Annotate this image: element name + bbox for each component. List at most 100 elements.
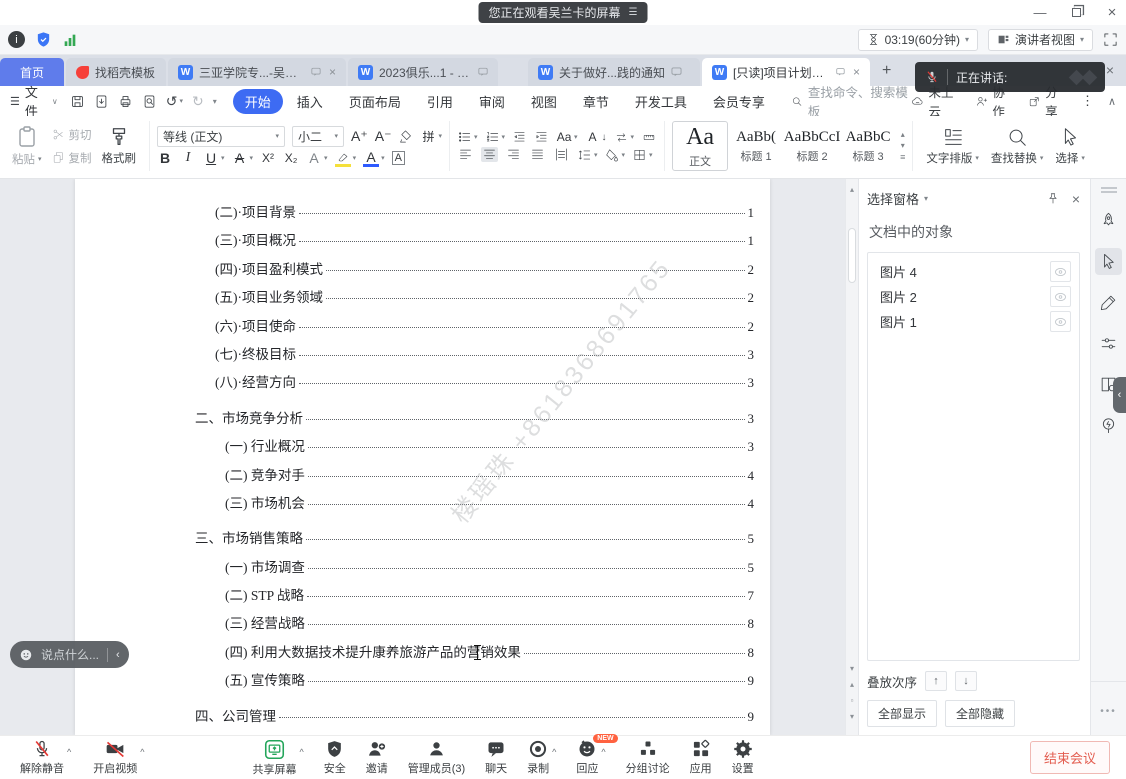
cut-button[interactable]: 剪切 <box>48 125 96 145</box>
highlight-color-button[interactable]: ▾ <box>335 150 357 167</box>
meeting-info-icon[interactable]: i <box>8 31 25 48</box>
seal-stamp-icon[interactable] <box>1095 412 1122 439</box>
tab-doc-active[interactable]: W [只读]项目计划书.docx × <box>702 58 870 86</box>
invite-button[interactable]: 邀请 <box>366 739 388 776</box>
next-page-icon[interactable]: ▾ <box>850 712 854 721</box>
collapse-chat-icon[interactable]: ‹ <box>116 649 120 661</box>
visibility-toggle[interactable] <box>1050 311 1071 332</box>
copy-button[interactable]: 复制 <box>48 148 96 168</box>
end-meeting-button[interactable]: 结束会议 <box>1030 741 1110 774</box>
print-icon[interactable] <box>118 94 133 109</box>
tab-doc-3[interactable]: W 关于做好...践的通知 <box>528 58 700 86</box>
toc-entry[interactable]: 三、市场销售策略 5 <box>75 527 770 555</box>
styles-more-icon[interactable]: ≡ <box>900 152 905 162</box>
font-name-select[interactable]: 等线 (正文) ▾ <box>157 126 285 147</box>
ribbon-tab[interactable]: 审阅 <box>467 89 517 114</box>
toc-entry[interactable]: (六)·项目使命 2 <box>75 315 770 343</box>
quick-tools-rocket-icon[interactable] <box>1095 207 1122 234</box>
bold-button[interactable]: B <box>157 150 173 166</box>
export-icon[interactable] <box>94 94 109 109</box>
toc-entry[interactable]: (三)·项目概况 1 <box>75 229 770 257</box>
select-tool-icon[interactable] <box>1095 248 1122 275</box>
view-mode-button[interactable]: 演讲者视图 ▾ <box>988 29 1093 51</box>
rail-more-icon[interactable]: ••• <box>1100 706 1117 717</box>
scrollbar-thumb[interactable] <box>848 228 856 283</box>
banner-menu-icon[interactable]: ☰ <box>629 7 638 18</box>
clear-format-icon[interactable] <box>398 129 413 144</box>
qat-more-icon[interactable]: ▾ <box>213 97 217 106</box>
sort-button[interactable]: A↓ <box>585 130 607 144</box>
unmute-button[interactable]: 解除静音 ^ <box>20 739 71 776</box>
tab-ruler-icon[interactable] <box>641 131 657 144</box>
numbered-list-button[interactable]: ▾ <box>485 130 506 144</box>
prev-page-icon[interactable]: ▴ <box>850 680 854 689</box>
start-video-button[interactable]: 开启视频 ^ <box>93 739 144 776</box>
tab-close-icon[interactable]: × <box>329 65 336 79</box>
object-list-item[interactable]: 图片 1 <box>868 309 1079 334</box>
tab-doc-1[interactable]: W 三亚学院专...-吴兰卡2 × <box>168 58 346 86</box>
close-window-button[interactable]: × <box>1104 4 1120 20</box>
scroll-up-icon[interactable]: ▴ <box>850 185 854 194</box>
minimize-button[interactable]: — <box>1032 4 1048 20</box>
visibility-toggle[interactable] <box>1050 261 1071 282</box>
text-direction-button[interactable]: ▾ <box>614 131 635 144</box>
pin-icon[interactable] <box>1046 192 1060 206</box>
share-screen-button[interactable]: 共享屏幕 ^ <box>252 739 303 777</box>
edit-pen-icon[interactable] <box>1095 289 1122 316</box>
change-case-button[interactable]: Aa▾ <box>556 130 578 144</box>
styles-down-icon[interactable]: ▾ <box>901 141 905 150</box>
shrink-font-button[interactable]: A⁻ <box>375 128 392 145</box>
tabbar-close-icon[interactable]: × <box>1106 62 1114 78</box>
record-button[interactable]: 录制 ^ <box>527 739 556 776</box>
record-options-icon[interactable]: ^ <box>552 747 556 757</box>
toc-entry[interactable]: (七)·终极目标 3 <box>75 343 770 371</box>
style-item[interactable]: Aa 正文 <box>672 121 728 171</box>
emoji-icon[interactable] <box>19 648 33 662</box>
restore-button[interactable] <box>1068 4 1084 20</box>
toc-entry[interactable]: 四、公司管理 9 <box>75 705 770 733</box>
reactions-options-icon[interactable]: ^ <box>601 747 605 757</box>
move-up-button[interactable]: ↑ <box>925 671 947 691</box>
underline-button[interactable]: U▾ <box>203 150 225 166</box>
increase-indent-icon[interactable] <box>534 130 549 144</box>
ribbon-tab[interactable]: 开发工具 <box>623 89 699 114</box>
settings-sliders-icon[interactable] <box>1095 330 1122 357</box>
chat-button[interactable]: 聊天 <box>485 739 507 776</box>
distribute-icon[interactable] <box>553 147 570 162</box>
styles-up-icon[interactable]: ▴ <box>901 130 905 139</box>
fullscreen-icon[interactable] <box>1103 32 1118 47</box>
line-spacing-button[interactable]: ▾ <box>577 148 598 162</box>
security-shield-icon[interactable] <box>35 31 52 48</box>
toc-entry[interactable]: (二) STP 战略 7 <box>75 584 770 612</box>
toc-entry[interactable]: (八)·经营方向 3 <box>75 371 770 399</box>
print-preview-icon[interactable] <box>142 94 157 109</box>
toc-entry[interactable]: (二) 竞争对手 4 <box>75 464 770 492</box>
grow-font-button[interactable]: A⁺ <box>351 128 368 145</box>
object-list-item[interactable]: 图片 2 <box>868 284 1079 309</box>
new-tab-button[interactable]: + <box>872 62 901 80</box>
superscript-button[interactable]: X² <box>260 151 276 165</box>
toc-entry[interactable]: (二)·项目背景 1 <box>75 201 770 229</box>
share-options-icon[interactable]: ^ <box>299 747 303 757</box>
chat-input-placeholder[interactable]: 说点什么... <box>41 646 99 663</box>
select-button[interactable]: 选择▾ <box>1049 126 1091 166</box>
tab-docer[interactable]: 找稻壳模板 <box>66 58 166 86</box>
toc-entry[interactable]: (一) 行业概况 3 <box>75 435 770 463</box>
text-layout-button[interactable]: 文字排版▾ <box>920 126 985 166</box>
toc-entry[interactable]: 二、市场竞争分析 3 <box>75 407 770 435</box>
settings-button[interactable]: 设置 <box>732 739 754 776</box>
bullet-list-button[interactable]: ▾ <box>457 130 478 144</box>
style-item[interactable]: AaBbC 标题 3 <box>840 121 896 171</box>
ribbon-tab[interactable]: 引用 <box>415 89 465 114</box>
toc-entry[interactable]: (一) 市场调查 5 <box>75 556 770 584</box>
document-page[interactable]: (二)·项目背景 1 (三)·项目概况 1 (四)·项目盈利模式 2 (五)·项… <box>75 179 770 735</box>
ribbon-tab[interactable]: 章节 <box>571 89 621 114</box>
redo-button[interactable]: ↻ <box>192 93 204 110</box>
justify-icon[interactable] <box>529 147 546 162</box>
hide-all-button[interactable]: 全部隐藏 <box>945 700 1015 727</box>
reactions-button[interactable]: 回应 NEW ^ <box>576 739 605 776</box>
video-options-icon[interactable]: ^ <box>140 747 144 757</box>
tab-doc-2[interactable]: W 2023俱乐...1 - 副本 <box>348 58 498 86</box>
browse-object-icon[interactable]: ▫ <box>851 696 854 705</box>
align-right-icon[interactable] <box>505 147 522 162</box>
